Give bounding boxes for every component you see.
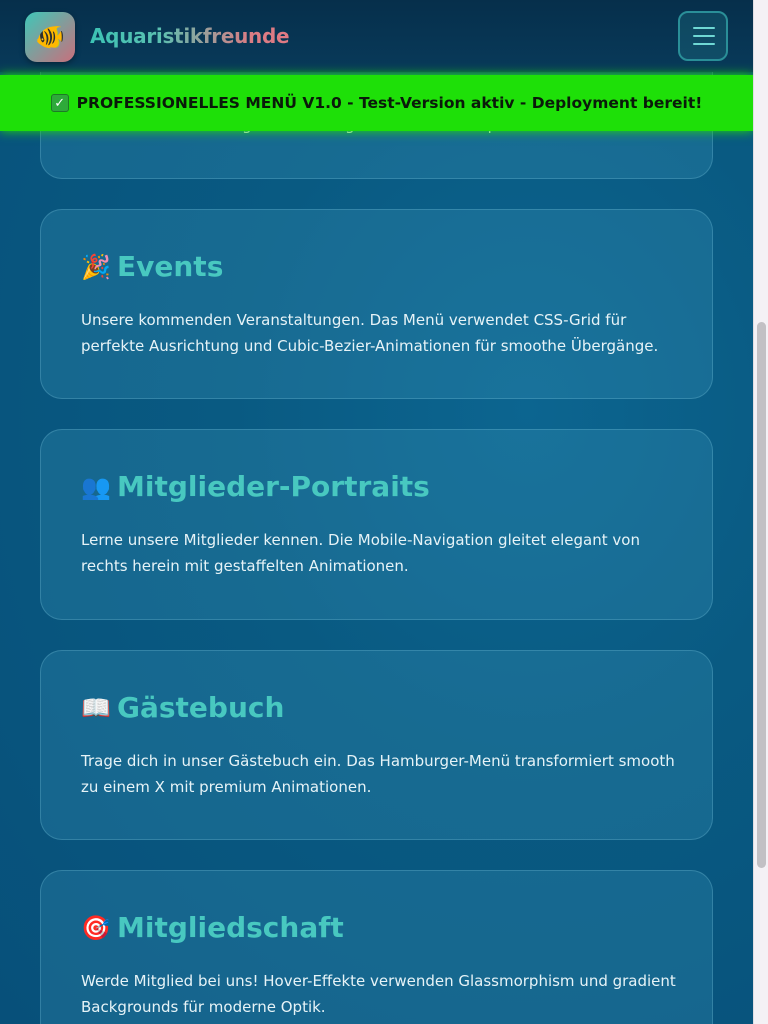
card-members-text: Lerne unsere Mitglieder kennen. Die Mobi…: [81, 531, 640, 575]
people-icon: 👥: [81, 472, 111, 501]
page-scrollbar[interactable]: [753, 0, 768, 1024]
fish-icon[interactable]: 🐠: [25, 12, 75, 62]
site-header: 🐠 Aquaristikfreunde: [0, 0, 753, 72]
brand-name[interactable]: Aquaristikfreunde: [90, 24, 290, 48]
card-members-title: Mitglieder-Portraits: [117, 470, 430, 503]
card-events-text: Unsere kommenden Veranstaltungen. Das Me…: [81, 311, 659, 355]
check-icon: ✓: [50, 94, 69, 112]
card-events-title-row: 🎉 Events: [81, 250, 223, 283]
card-membership-title-row: 🎯 Mitgliedschaft: [81, 911, 344, 944]
scrollbar-thumb[interactable]: [757, 322, 766, 868]
hamburger-menu-icon-bar: [693, 35, 715, 37]
card-guestbook: 📖 Gästebuch Trage dich in unser Gästebuc…: [40, 650, 713, 840]
card-events-title: Events: [117, 250, 224, 283]
hamburger-menu-icon-bar: [693, 43, 715, 45]
status-banner-text: PROFESSIONELLES MENÜ V1.0 - Test-Version…: [76, 94, 703, 112]
card-members: 👥 Mitglieder-Portraits Lerne unsere Mitg…: [40, 429, 713, 620]
card-guestbook-title-row: 📖 Gästebuch: [81, 691, 284, 724]
party-popper-icon: 🎉: [81, 252, 111, 281]
card-membership: 🎯 Mitgliedschaft Werde Mitglied bei uns!…: [40, 870, 713, 1024]
page-viewport: Hover-Effekt und das gesamte Design ist …: [0, 0, 753, 1024]
open-book-icon: 📖: [81, 693, 111, 722]
hamburger-menu-button[interactable]: [678, 11, 728, 61]
card-membership-text: Werde Mitglied bei uns! Hover-Effekte ve…: [81, 972, 676, 1016]
card-membership-title: Mitgliedschaft: [117, 911, 344, 944]
target-icon: 🎯: [81, 913, 111, 942]
card-events: 🎉 Events Unsere kommenden Veranstaltunge…: [40, 209, 713, 399]
hamburger-menu-icon: [693, 27, 715, 29]
card-guestbook-title: Gästebuch: [117, 691, 285, 724]
status-banner: ✓ PROFESSIONELLES MENÜ V1.0 - Test-Versi…: [0, 75, 753, 131]
card-guestbook-text: Trage dich in unser Gästebuch ein. Das H…: [81, 752, 675, 796]
card-members-title-row: 👥 Mitglieder-Portraits: [81, 470, 430, 503]
